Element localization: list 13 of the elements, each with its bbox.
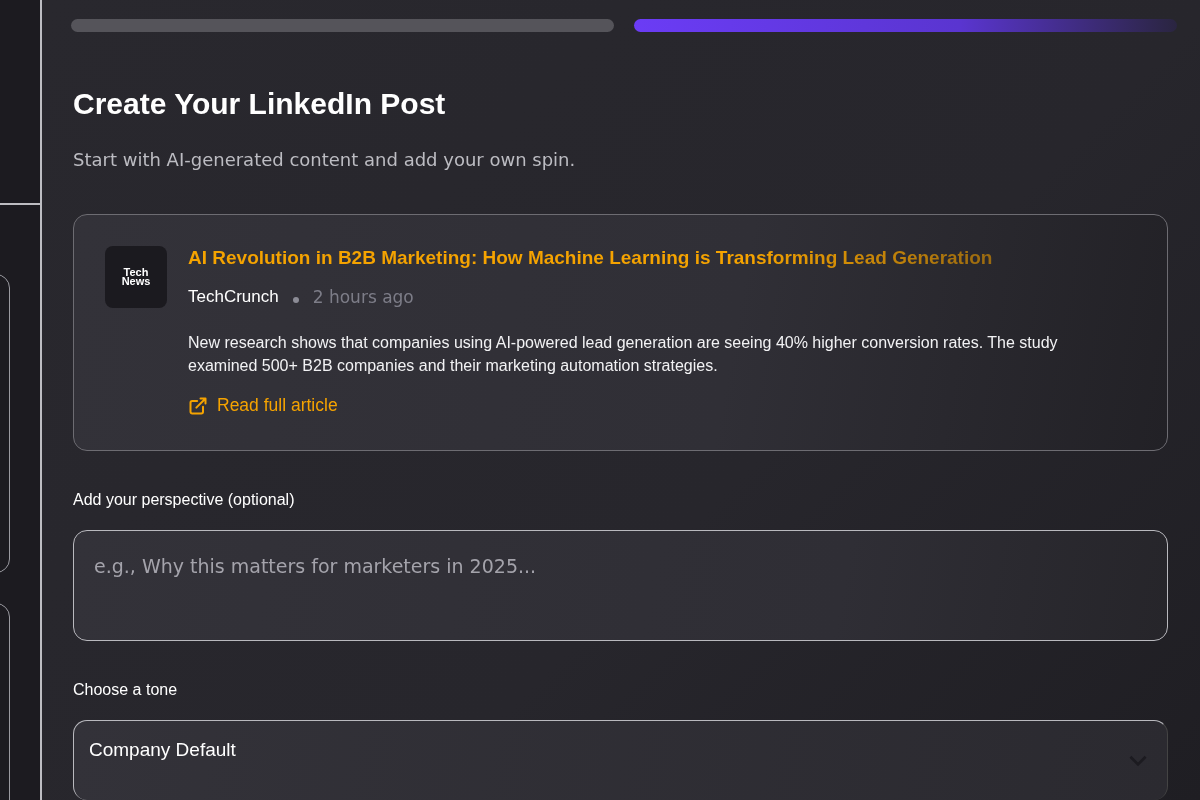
perspective-field[interactable]: e.g., Why this matters for marketers in 2025... xyxy=(73,530,1168,641)
page-subtitle: Start with AI-generated content and add your own spin. xyxy=(73,148,577,172)
external-link-icon xyxy=(188,395,208,416)
tone-select[interactable]: Company Default xyxy=(73,720,1168,800)
read-article-link[interactable]: Read full article xyxy=(188,395,338,416)
field-label: Add your perspective (optional) xyxy=(73,491,296,509)
article-source: TechCrunch xyxy=(188,287,279,307)
field-label: Choose a tone xyxy=(73,681,179,699)
news-logo: Tech News xyxy=(105,246,167,308)
article-time: 2 hours ago xyxy=(312,287,414,307)
page-title: Create Your LinkedIn Post xyxy=(73,86,447,122)
article-summary: New research shows that companies using AI-powered lead generation are seeing 40% higher conversion rates. The study examined 500+ B2B companies and their marketing automation strategies. xyxy=(188,333,1058,376)
separator-dot-icon xyxy=(292,296,299,303)
